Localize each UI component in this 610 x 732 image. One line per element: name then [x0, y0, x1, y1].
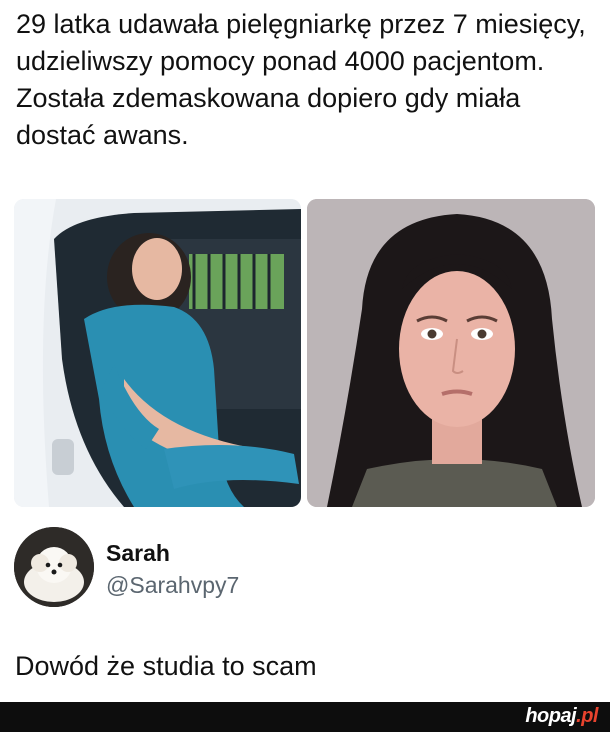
photo-car-scrubs — [14, 199, 301, 507]
post-headline: 29 latka udawała pielęgniarkę przez 7 mi… — [16, 9, 586, 150]
tweet-handle[interactable]: @Sarahvpy7 — [106, 572, 239, 599]
photo-woman-in-police-car[interactable] — [14, 199, 301, 507]
dog-avatar-icon[interactable] — [14, 527, 94, 607]
footer-bar: hopaj.pl — [0, 702, 610, 732]
tweet-display-name[interactable]: Sarah — [106, 540, 170, 567]
site-watermark[interactable]: hopaj.pl — [525, 705, 598, 728]
photo-collage — [14, 199, 595, 507]
tweet-author: Sarah @Sarahvpy7 — [14, 527, 594, 611]
watermark-tld: .pl — [576, 705, 598, 727]
watermark-name: hopaj — [525, 705, 577, 727]
tweet-text: Dowód że studia to scam — [15, 651, 317, 681]
photo-mugshot[interactable] — [307, 199, 595, 507]
photo-mugshot-icon — [307, 199, 595, 507]
avatar — [14, 527, 94, 607]
